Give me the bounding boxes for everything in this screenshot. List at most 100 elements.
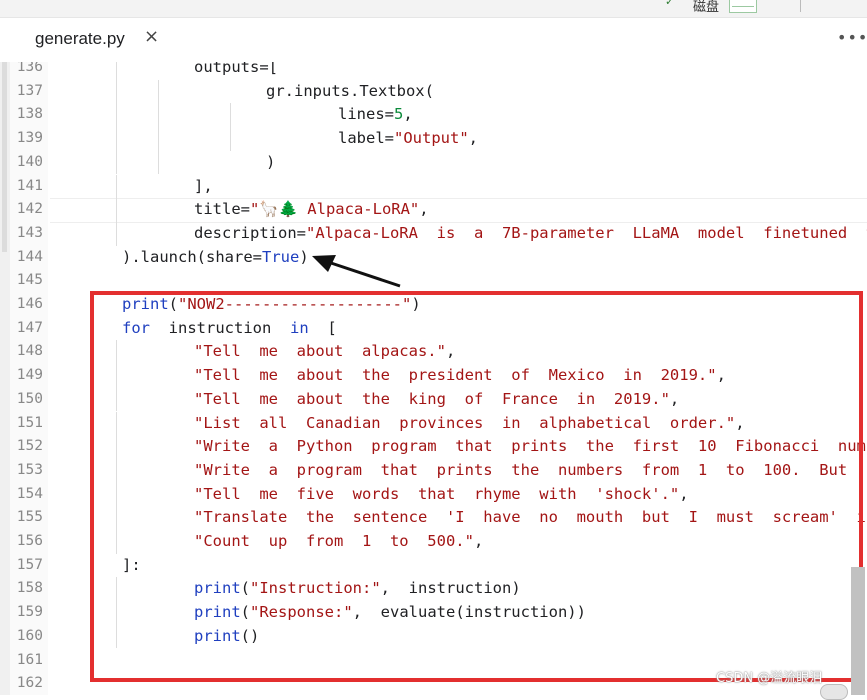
code-line[interactable]: 143 description="Alpaca-LoRA is a 7B-para… (10, 221, 867, 246)
line-number: 155 (16, 509, 43, 526)
indent-guide (116, 601, 117, 625)
indent-guide (116, 435, 117, 459)
code-line[interactable]: 141], (10, 174, 867, 199)
code-token: print (194, 579, 241, 598)
code-token: "List all Canadian provinces in alphabet… (194, 413, 736, 432)
code-text: print("Response:", evaluate(instruction)… (194, 601, 586, 625)
code-token: label= (338, 129, 394, 148)
code-token: " (250, 200, 260, 219)
code-token: "Tell me about the king of France in 201… (194, 389, 670, 408)
code-line[interactable]: 151 "List all Canadian provinces in alpha… (10, 411, 867, 436)
line-number: 153 (16, 461, 43, 478)
code-token: print (122, 295, 169, 313)
code-line[interactable]: 138 lines=5, (10, 103, 867, 128)
code-line[interactable]: 147 for instruction in [ (10, 317, 867, 341)
code-text: gr.inputs.Textbox( (266, 80, 434, 104)
code-line[interactable]: 145 (10, 269, 867, 293)
code-line[interactable]: 150 "Tell me about the king of France in … (10, 387, 867, 412)
code-line[interactable]: 157]: (10, 554, 867, 578)
vertical-scrollbar[interactable] (851, 567, 865, 695)
indent-guide (116, 387, 117, 412)
code-line[interactable]: 140) (10, 150, 867, 175)
code-line[interactable]: 144).launch(share=True) (10, 246, 867, 270)
code-text: description="Alpaca-LoRA is a 7B-paramet… (194, 222, 867, 246)
window-top-strip: ✓ 磁盘 (0, 0, 867, 18)
code-token: ) (411, 295, 421, 313)
code-text: "List all Canadian provinces in alphabet… (194, 412, 745, 436)
code-text: print() (194, 625, 259, 649)
indent-guide (116, 530, 117, 554)
code-token: ]: (122, 555, 141, 574)
code-token: ).launch(share= (122, 247, 262, 266)
code-text: "Tell me about the president of Mexico i… (194, 364, 726, 388)
panel-marker (2, 62, 7, 252)
code-token: print (194, 626, 241, 645)
indent-guide (116, 62, 117, 80)
code-line[interactable]: 148 "Tell me about alpacas.", (10, 340, 867, 365)
divider (800, 0, 801, 12)
code-token: "Write a Python program that prints the … (194, 437, 867, 456)
line-number: 143 (16, 224, 43, 241)
indent-guide (116, 458, 117, 483)
line-number: 136 (16, 62, 43, 75)
code-line[interactable]: 142 title="🦙🌲 Alpaca-LoRA", (10, 198, 867, 222)
tab-label: generate.py (35, 29, 125, 48)
code-text: print("Instruction:", instruction) (194, 577, 521, 601)
line-number: 137 (16, 82, 43, 99)
disk-label: 磁盘 (693, 0, 720, 15)
code-token: () (240, 626, 260, 645)
code-line[interactable]: 149 "Tell me about the president of Mexic… (10, 364, 867, 388)
code-token: , (716, 366, 726, 385)
code-token: "Write a program that prints the numbers… (194, 460, 867, 479)
code-line[interactable]: 160 print() (10, 624, 867, 649)
indent-guide (116, 340, 117, 365)
line-number: 150 (16, 390, 43, 407)
code-token: ( (240, 603, 251, 622)
code-token: "Response:" (250, 603, 353, 622)
code-token: title= (194, 200, 250, 219)
close-icon[interactable]: × (144, 26, 159, 47)
code-token: , (735, 413, 745, 432)
code-line[interactable]: 155 "Translate the sentence 'I have no mo… (10, 506, 867, 530)
code-token: , (669, 389, 680, 408)
code-line[interactable]: 136 outputs=[ (10, 62, 867, 80)
floating-button[interactable] (820, 684, 848, 700)
code-text: ], (194, 175, 213, 199)
code-token: 🦙🌲 (259, 200, 298, 219)
indent-guide (116, 174, 117, 199)
code-text: "Tell me five words that rhyme with 'sho… (194, 483, 689, 507)
line-number: 152 (16, 438, 43, 455)
code-token: ], (194, 176, 213, 195)
code-token: "NOW2-------------------" (178, 295, 412, 313)
code-token: for (122, 318, 150, 337)
code-line[interactable]: 159 print("Response:", evaluate(instructi… (10, 601, 867, 625)
code-token: [ (308, 318, 337, 337)
code-text: "Translate the sentence 'I have no mouth… (194, 506, 867, 530)
code-token: "Instruction:" (250, 579, 381, 598)
code-token: gr.inputs.Textbox( (266, 81, 434, 100)
code-line[interactable]: 139 label="Output", (10, 127, 867, 151)
code-token: , (445, 342, 456, 361)
tab-generate-py[interactable]: generate.py × (18, 18, 194, 64)
code-token: ) (266, 152, 276, 171)
line-number: 138 (16, 106, 43, 123)
code-line[interactable]: 137 gr.inputs.Textbox( (10, 79, 867, 104)
indent-guide (116, 411, 117, 436)
code-line[interactable]: 153 "Write a program that prints the numb… (10, 458, 867, 483)
indent-guide (116, 364, 117, 388)
code-line[interactable]: 154 "Tell me five words that rhyme with '… (10, 482, 867, 507)
code-token: lines= (338, 105, 394, 124)
code-text: "Tell me about the king of France in 201… (194, 388, 679, 412)
line-number: 149 (16, 367, 43, 384)
code-line[interactable]: 146 print("NOW2-------------------") (10, 293, 867, 317)
code-line[interactable]: 156 "Count up from 1 to 500.", (10, 530, 867, 554)
code-line[interactable]: 152 "Write a Python program that prints t… (10, 435, 867, 459)
tab-bar: generate.py × ••• (0, 18, 867, 64)
more-options-icon[interactable]: ••• (837, 28, 867, 47)
code-line[interactable]: 158 print("Instruction:", instruction) (10, 577, 867, 602)
code-text: "Write a Python program that prints the … (194, 435, 867, 459)
code-token: description= (194, 223, 306, 242)
code-token: ( (240, 579, 251, 598)
code-editor[interactable]: 136 outputs=[ 137 gr.inputs.Textbox( 138 line… (10, 62, 867, 695)
indent-guide (116, 482, 117, 507)
